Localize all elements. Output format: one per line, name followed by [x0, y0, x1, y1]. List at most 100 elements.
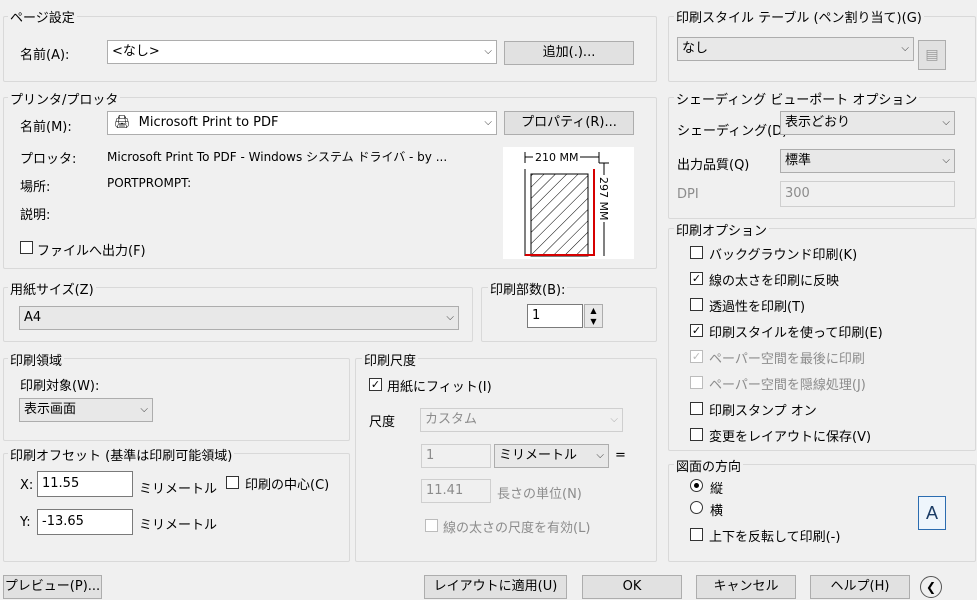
plot-option-checkbox[interactable]: ✓ [690, 324, 703, 337]
plot-what-combo[interactable]: 表示画面 ⌵ [19, 398, 153, 422]
scale-combo[interactable]: カスタム ⌵ [420, 408, 623, 432]
chevron-down-icon: ⌵ [446, 312, 454, 323]
plot-option-label[interactable]: 線の太さを印刷に反映 [709, 270, 839, 289]
plot-option-label[interactable]: 印刷スタイルを使って印刷(E) [709, 322, 883, 341]
style-table-value: なし [682, 41, 709, 56]
dpi-label: DPI [677, 187, 699, 202]
center-plot-checkbox[interactable] [226, 476, 239, 489]
units-label: 長さの単位(N) [497, 487, 582, 502]
upside-down-label[interactable]: 上下を反転して印刷(-) [709, 526, 840, 545]
plotter-label: プロッタ: [20, 152, 77, 167]
chevron-down-icon: ⌵ [610, 414, 618, 425]
page-setup-name-value: <なし> [112, 44, 160, 59]
chevron-down-icon: ⌵ [942, 117, 950, 128]
style-table-combo[interactable]: なし ⌵ [677, 37, 914, 61]
quality-value: 標準 [785, 153, 812, 168]
collapse-chevron-left-icon[interactable]: ❮ [920, 576, 942, 598]
fit-to-paper-label[interactable]: 用紙にフィット(I) [387, 376, 492, 395]
printer-title: プリンタ/プロッタ [8, 89, 121, 108]
plot-option-label[interactable]: ペーパー空間を隠線処理(J) [709, 374, 866, 393]
printer-name-combo[interactable]: 🖨 Microsoft Print to PDF ⌵ [107, 111, 497, 135]
shade-plot-value: 表示どおり [785, 115, 851, 130]
page-setup-title: ページ設定 [8, 7, 77, 26]
printer-icon: 🖨 [114, 115, 131, 130]
offset-x-input[interactable]: 11.55 [37, 471, 133, 497]
plotter-value: Microsoft Print To PDF - Windows システム ドラ… [107, 150, 448, 164]
plot-option-label[interactable]: 印刷スタンプ オン [709, 400, 817, 419]
portrait-label[interactable]: 縦 [710, 478, 723, 497]
shade-plot-label: シェーディング(D) [677, 124, 788, 139]
quality-combo[interactable]: 標準 ⌵ [780, 149, 955, 173]
upside-down-checkbox[interactable] [690, 528, 703, 541]
offset-x-unit: ミリメートル [139, 482, 218, 497]
plot-option-checkbox[interactable] [690, 428, 703, 441]
plot-option-checkbox[interactable]: ✓ [690, 272, 703, 285]
scale-numerator-input[interactable]: 1 [421, 444, 491, 468]
chevron-down-icon: ⌵ [484, 117, 492, 128]
chevron-down-icon: ⌵ [901, 43, 909, 54]
dpi-input[interactable]: 300 [780, 181, 955, 207]
scale-equals: = [615, 448, 626, 463]
landscape-label[interactable]: 横 [710, 500, 723, 519]
preview-height-label: 297 MM [597, 175, 610, 223]
scale-lineweights-label[interactable]: 線の太さの尺度を有効(L) [443, 517, 590, 536]
fit-to-paper-checkbox[interactable]: ✓ [369, 378, 382, 391]
printer-name-label: 名前(M): [20, 120, 72, 135]
scale-lineweights-checkbox[interactable] [425, 519, 438, 532]
add-page-setup-button[interactable]: 追加(.)... [504, 41, 634, 65]
plot-option-label[interactable]: ペーパー空間を最後に印刷 [709, 348, 865, 367]
copies-input[interactable]: 1 [527, 304, 583, 328]
ok-button[interactable]: OK [582, 575, 682, 599]
paper-size-combo[interactable]: A4 ⌵ [19, 306, 459, 330]
edit-style-table-icon[interactable]: ▤ [918, 40, 946, 70]
plot-area-title: 印刷領域 [8, 350, 65, 369]
location-label: 場所: [20, 180, 51, 195]
printer-properties-button[interactable]: プロパティ(R)... [504, 111, 634, 135]
paper-size-title: 用紙サイズ(Z) [8, 279, 96, 298]
copies-spinner[interactable]: ▲ ▼ [584, 304, 603, 328]
scale-unit-combo[interactable]: ミリメートル ⌵ [494, 444, 609, 468]
plot-option-checkbox[interactable]: ✓ [690, 350, 703, 363]
offset-y-unit: ミリメートル [139, 518, 218, 533]
plot-option-label[interactable]: 変更をレイアウトに保存(V) [709, 426, 871, 445]
location-value: PORTPROMPT: [107, 176, 192, 190]
landscape-radio[interactable] [690, 501, 703, 514]
portrait-radio[interactable] [690, 479, 703, 492]
center-plot-label[interactable]: 印刷の中心(C) [245, 474, 329, 493]
offset-x-label: X: [20, 478, 34, 493]
plot-option-checkbox[interactable] [690, 376, 703, 389]
plot-option-label[interactable]: バックグラウンド印刷(K) [709, 244, 857, 263]
paper-size-value: A4 [24, 310, 42, 325]
scale-denominator-input[interactable]: 11.41 [421, 479, 491, 503]
style-table-title: 印刷スタイル テーブル (ペン割り当て)(G) [674, 7, 924, 26]
quality-label: 出力品質(Q) [677, 158, 750, 173]
chevron-down-icon: ⌵ [596, 450, 604, 461]
print-to-file-checkbox[interactable] [20, 241, 33, 254]
shaded-viewport-title: シェーディング ビューポート オプション [674, 89, 920, 108]
plot-option-checkbox[interactable] [690, 298, 703, 311]
orientation-title: 図面の方向 [674, 456, 744, 475]
plot-offset-group [3, 453, 350, 562]
plot-option-checkbox[interactable] [690, 246, 703, 259]
spin-up-icon[interactable]: ▲ [585, 305, 602, 316]
chevron-down-icon: ⌵ [484, 46, 492, 57]
chevron-down-icon: ⌵ [140, 404, 148, 415]
printer-name-value: Microsoft Print to PDF [138, 115, 279, 130]
plot-options-title: 印刷オプション [674, 220, 770, 239]
print-to-file-label[interactable]: ファイルへ出力(F) [37, 240, 146, 259]
orientation-letter: A [925, 503, 938, 523]
plot-option-label[interactable]: 透過性を印刷(T) [709, 296, 805, 315]
offset-y-input[interactable]: -13.65 [37, 509, 133, 535]
preview-width-label: 210 MM [533, 151, 581, 164]
preview-button[interactable]: プレビュー(P)... [3, 575, 102, 599]
page-setup-name-combo[interactable]: <なし> ⌵ [107, 40, 497, 64]
spin-down-icon[interactable]: ▼ [585, 316, 602, 327]
scale-label: 尺度 [369, 415, 396, 430]
plot-option-checkbox[interactable] [690, 402, 703, 415]
apply-to-layout-button[interactable]: レイアウトに適用(U) [424, 575, 567, 599]
help-button[interactable]: ヘルプ(H) [810, 575, 910, 599]
cancel-button[interactable]: キャンセル [696, 575, 796, 599]
copies-title: 印刷部数(B): [488, 279, 568, 298]
plot-scale-title: 印刷尺度 [362, 350, 419, 369]
shade-plot-combo[interactable]: 表示どおり ⌵ [780, 111, 955, 135]
